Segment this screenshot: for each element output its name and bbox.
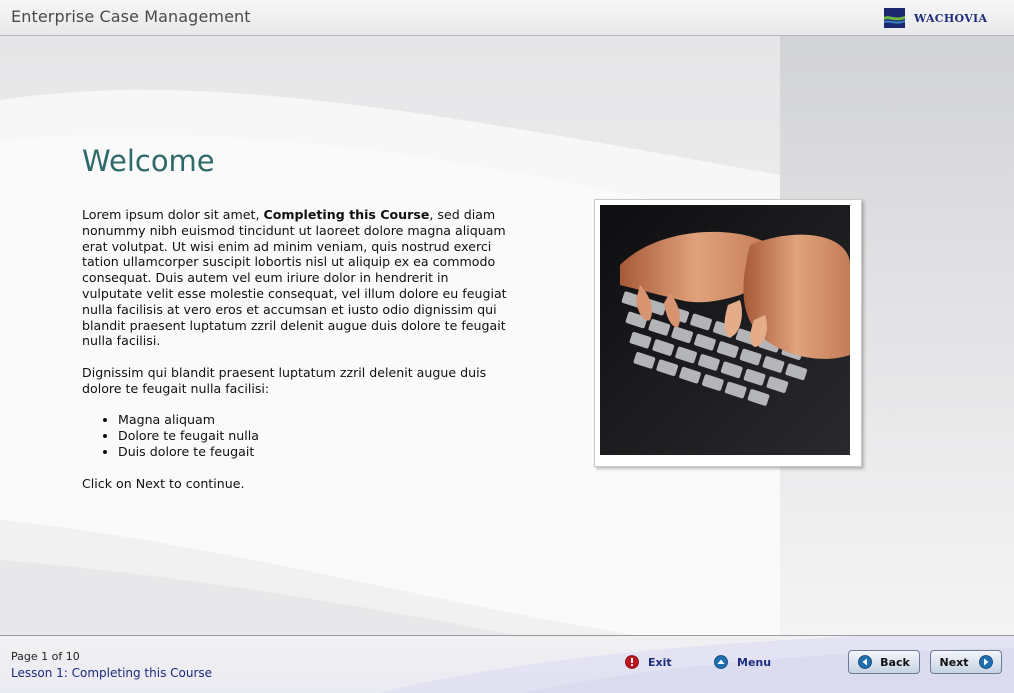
intro-text-start: Lorem ipsum dolor sit amet,: [82, 207, 264, 222]
lesson-title: Lesson 1: Completing this Course: [11, 666, 213, 680]
bullet-list: Magna aliquam Dolore te feugait nulla Du…: [82, 412, 512, 459]
instruction-text: Click on Next to continue.: [82, 475, 245, 491]
exit-icon: [625, 655, 639, 669]
footer-bar: Page 1 of 10 Lesson 1: Completing this C…: [0, 635, 1014, 693]
back-label: Back: [880, 655, 910, 669]
next-label: Next: [939, 655, 969, 669]
header-bar: Enterprise Case Management WACHOVIA: [0, 0, 1014, 36]
page-indicator: Page 1 of 10: [11, 650, 80, 663]
exit-button[interactable]: Exit: [625, 655, 672, 669]
next-button[interactable]: Next: [930, 650, 1002, 674]
back-button[interactable]: Back: [848, 650, 920, 674]
photo-frame: [594, 199, 862, 467]
list-item: Dolore te feugait nulla: [118, 428, 512, 444]
next-arrow-icon: [978, 655, 993, 669]
wachovia-logo-icon: [884, 8, 905, 28]
exit-label: Exit: [648, 655, 672, 669]
list-item: Magna aliquam: [118, 412, 512, 428]
wachovia-logo: WACHOVIA: [884, 8, 987, 28]
page-title: Welcome: [82, 144, 215, 178]
menu-icon: [714, 655, 728, 669]
back-arrow-icon: [858, 655, 873, 669]
content-body: Lorem ipsum dolor sit amet, Completing t…: [82, 207, 512, 507]
second-paragraph: Dignissim qui blandit praesent luptatum …: [82, 364, 487, 396]
list-item: Duis dolore te feugait: [118, 444, 512, 460]
keyboard-typing-photo: [600, 205, 850, 455]
intro-text-bold: Completing this Course: [263, 207, 430, 222]
app-title: Enterprise Case Management: [11, 7, 251, 26]
menu-label: Menu: [737, 655, 772, 669]
intro-paragraph: Lorem ipsum dolor sit amet, Completing t…: [82, 207, 512, 349]
logo-text: WACHOVIA: [914, 11, 988, 25]
intro-text-end: , sed diam nonummy nibh euismod tincidun…: [82, 207, 507, 349]
menu-button[interactable]: Menu: [714, 655, 771, 669]
